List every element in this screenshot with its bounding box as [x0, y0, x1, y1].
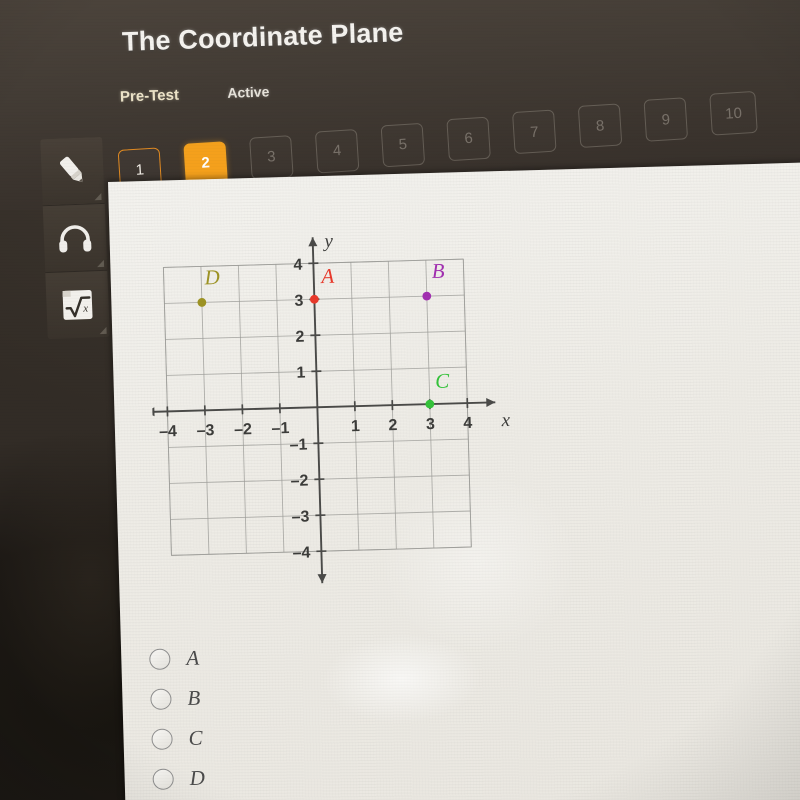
question-nav-label: 4	[332, 142, 342, 160]
question-nav-button-9[interactable]: 9	[643, 97, 689, 142]
x-tick-label: –1	[271, 420, 289, 437]
question-nav-button-3[interactable]: 3	[249, 134, 294, 180]
question-nav-button-7[interactable]: 7	[512, 109, 557, 155]
calculator-tool[interactable]: x	[45, 270, 110, 340]
y-axis-arrow-down	[317, 574, 327, 584]
x-tick-label: 2	[388, 417, 397, 434]
y-tick-label: –3	[291, 509, 309, 526]
answer-option-C[interactable]: C	[151, 718, 204, 759]
y-tick-label: –4	[292, 544, 310, 561]
answer-option-label: A	[185, 645, 200, 670]
question-nav-label: 7	[529, 123, 540, 141]
question-nav-label: 8	[595, 117, 605, 135]
audio-tool[interactable]	[42, 203, 108, 274]
test-type-label: Pre-Test	[119, 86, 180, 106]
screen-glare	[320, 631, 484, 727]
data-point-C	[425, 399, 435, 409]
radio-button-D[interactable]	[152, 767, 174, 790]
highlighter-tool[interactable]	[40, 136, 105, 207]
question-nav-label: 10	[724, 104, 743, 123]
answer-option-label: C	[188, 725, 203, 750]
radio-button-A[interactable]	[149, 647, 171, 670]
y-axis	[311, 237, 324, 584]
square-root-icon: x	[62, 289, 93, 320]
answer-choices[interactable]: ABCD	[149, 638, 206, 799]
headphones-icon	[59, 225, 92, 253]
question-nav-label: 6	[463, 129, 474, 148]
pencil-icon	[59, 156, 83, 183]
coordinate-plane-graph: –4 –3 –2 –1 1 2 3 4 4 3 2 1 –1 –2 –3 –4 y x A B C D	[146, 195, 578, 607]
question-nav-label: 5	[398, 135, 408, 154]
test-status-label: Active	[227, 83, 270, 101]
screenshot-root: The Coordinate Plane Pre-Test Active 1 2 3…	[0, 0, 800, 800]
data-point-label-D: D	[203, 265, 220, 289]
question-nav-button-10[interactable]: 10	[709, 90, 758, 136]
y-axis-label: y	[322, 231, 334, 252]
question-content-sheet: –4 –3 –2 –1 1 2 3 4 4 3 2 1 –1 –2 –3 –4 y x A B C D ABCD	[108, 160, 800, 800]
radio-button-B[interactable]	[150, 687, 172, 710]
answer-option-D[interactable]: D	[152, 758, 205, 799]
question-nav-label: 2	[200, 154, 211, 173]
x-axis-arrow-left	[146, 407, 155, 417]
y-tick-label: 3	[294, 293, 303, 310]
svg-text:x: x	[82, 303, 88, 315]
x-axis-label: x	[500, 410, 511, 431]
x-tick-label: –3	[196, 422, 214, 439]
data-point-A	[309, 294, 319, 304]
y-tick-label: –1	[289, 437, 307, 454]
x-axis-arrow-right	[486, 398, 496, 408]
question-nav-button-6[interactable]: 6	[446, 116, 491, 161]
question-nav-button-8[interactable]: 8	[577, 103, 623, 149]
question-nav-label: 9	[661, 110, 671, 129]
answer-option-label: B	[187, 685, 201, 710]
data-point-label-B: B	[431, 259, 445, 283]
y-axis-arrow-up	[308, 237, 318, 247]
x-tick-label: 4	[463, 415, 472, 432]
radio-button-C[interactable]	[151, 727, 173, 750]
page-title: The Coordinate Plane	[121, 17, 404, 57]
y-tick-label: 2	[295, 329, 304, 346]
data-point-label-C: C	[435, 369, 451, 393]
y-tick-label: –2	[290, 473, 308, 490]
x-tick-label: 3	[426, 416, 435, 433]
x-tick-label: 1	[351, 418, 360, 435]
question-nav-button-5[interactable]: 5	[380, 122, 426, 167]
data-point-B	[422, 291, 432, 301]
tool-corner-marker	[96, 259, 105, 268]
x-axis	[146, 401, 496, 413]
data-point-D	[197, 298, 207, 307]
answer-option-B[interactable]: B	[150, 678, 203, 719]
tool-corner-marker	[94, 192, 102, 201]
answer-option-A[interactable]: A	[149, 638, 202, 679]
tool-rail: x	[40, 136, 110, 340]
data-point-label-A: A	[319, 264, 335, 288]
test-meta-row: Pre-Test Active	[120, 83, 270, 106]
y-tick-label: 4	[293, 257, 302, 274]
answer-option-label: D	[189, 765, 206, 790]
x-tick-label: –2	[234, 421, 252, 438]
x-tick-label: –4	[159, 423, 177, 440]
question-nav-label: 3	[266, 148, 277, 166]
question-nav-button-4[interactable]: 4	[314, 128, 360, 174]
tool-corner-marker	[99, 326, 107, 335]
y-tick-label: 1	[296, 365, 305, 382]
question-nav-label: 1	[135, 160, 145, 179]
